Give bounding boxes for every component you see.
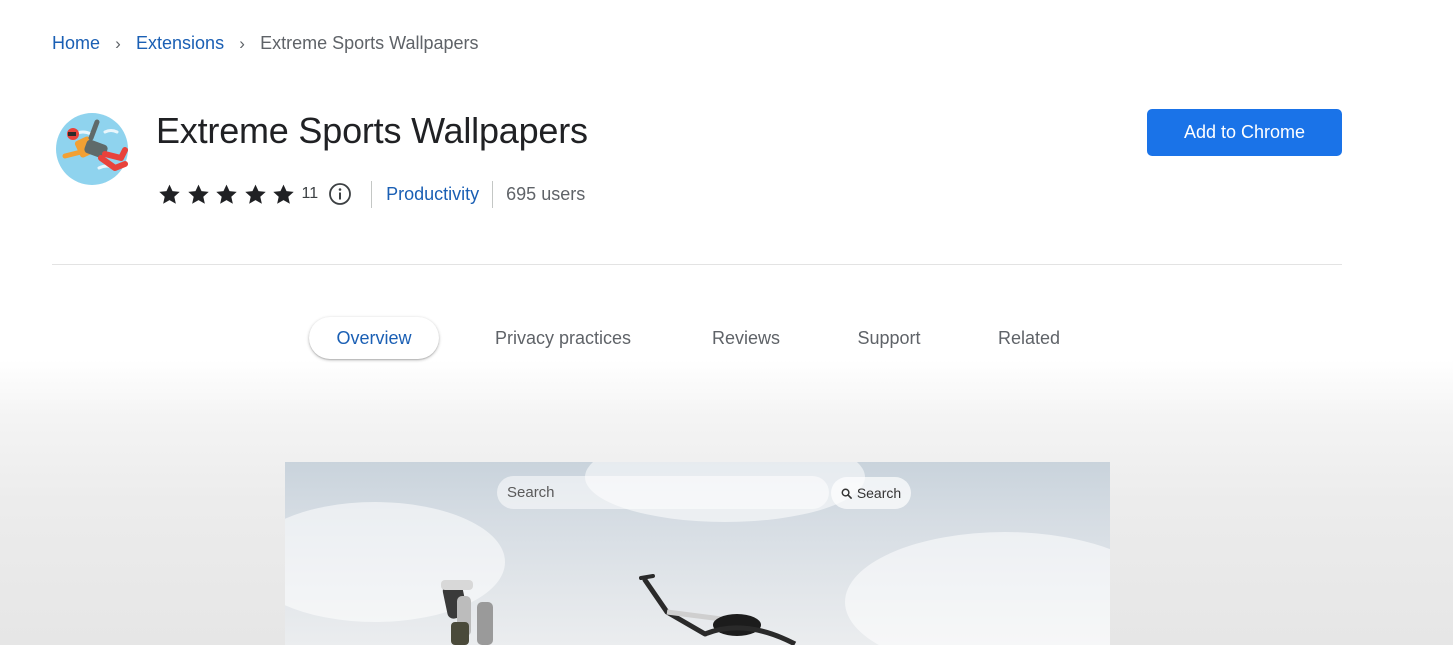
rating-count: 11 [301, 185, 319, 202]
tab-bar: Overview Privacy practices Reviews Suppo… [0, 317, 1453, 359]
extension-detail-page: Home › Extensions › Extreme Sports Wallp… [0, 0, 1453, 645]
divider [371, 180, 373, 208]
breadcrumb-extensions-link[interactable]: Extensions [136, 33, 224, 54]
extension-title: Extreme Sports Wallpapers [156, 110, 588, 151]
header-divider [52, 264, 1342, 265]
star-icon [159, 184, 180, 204]
breadcrumb: Home › Extensions › Extreme Sports Wallp… [52, 33, 479, 54]
search-icon [841, 488, 852, 499]
breadcrumb-home-link[interactable]: Home [52, 33, 100, 54]
user-count: 695 users [506, 183, 586, 204]
info-icon[interactable] [328, 182, 352, 206]
preview-screenshot[interactable]: Search [285, 462, 1110, 645]
tab-privacy-practices[interactable]: Privacy practices [478, 317, 648, 359]
extension-meta: 11 Productivity 695 users [157, 178, 585, 210]
tab-reviews[interactable]: Reviews [696, 317, 796, 359]
star-icon [216, 184, 237, 204]
star-icon [273, 184, 294, 204]
preview-search-input[interactable] [497, 476, 829, 509]
preview-search-button-label: Search [856, 485, 902, 501]
star-icon [244, 184, 266, 204]
skydiver-icon [56, 113, 128, 185]
category-link[interactable]: Productivity [386, 184, 479, 205]
tab-related[interactable]: Related [985, 317, 1073, 359]
divider [492, 180, 494, 208]
chevron-right-icon: › [239, 33, 245, 53]
add-to-chrome-button[interactable]: Add to Chrome [1147, 109, 1342, 156]
preview-search-button[interactable]: Search [831, 477, 911, 509]
star-icon [187, 184, 209, 204]
rating-stars [157, 182, 300, 207]
tab-overview[interactable]: Overview [309, 317, 439, 359]
chevron-right-icon: › [115, 33, 121, 53]
breadcrumb-current: Extreme Sports Wallpapers [260, 33, 479, 53]
tab-support[interactable]: Support [842, 317, 936, 359]
